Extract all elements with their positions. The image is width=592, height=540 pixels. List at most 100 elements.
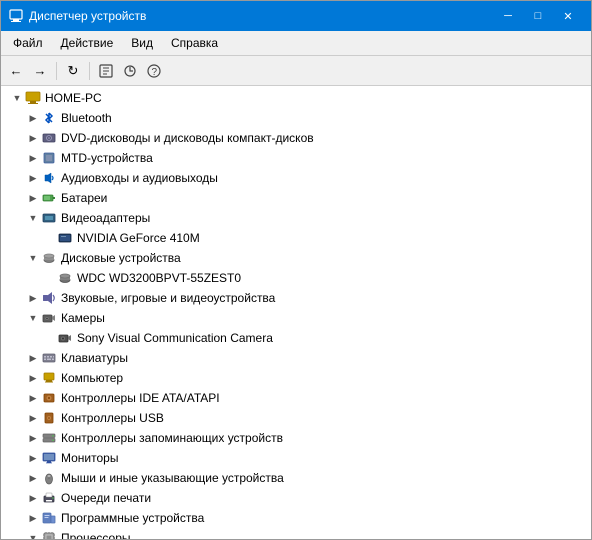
usb-item[interactable]: ▶ Контроллеры USB: [1, 408, 591, 428]
menu-item-справка[interactable]: Справка: [163, 33, 226, 53]
menu-item-файл[interactable]: Файл: [5, 33, 51, 53]
prop-button[interactable]: [95, 60, 117, 82]
svg-text:?: ?: [152, 67, 158, 78]
soft-item[interactable]: ▶ Программные устройства: [1, 508, 591, 528]
battery-icon: [41, 190, 57, 206]
bluetooth-item[interactable]: ▶ Bluetooth: [1, 108, 591, 128]
cameras-expand[interactable]: ▼: [25, 310, 41, 326]
storage-icon: [41, 430, 57, 446]
videoadapter-item[interactable]: ▼ Видеоадаптеры: [1, 208, 591, 228]
keyboards-label: Клавиатуры: [61, 351, 128, 365]
monitors-item[interactable]: ▶ Мониторы: [1, 448, 591, 468]
menu-bar: ФайлДействиеВидСправка: [1, 31, 591, 56]
soft-icon: [41, 510, 57, 526]
mtd-item[interactable]: ▶ MTD-устройства: [1, 148, 591, 168]
mice-label: Мыши и иные указывающие устройства: [61, 471, 284, 485]
videoadapter-expand[interactable]: ▼: [25, 210, 41, 226]
computer-item[interactable]: ▶ Компьютер: [1, 368, 591, 388]
help-button[interactable]: ?: [143, 60, 165, 82]
battery-item[interactable]: ▶ Батареи: [1, 188, 591, 208]
toolbar-separator2: [89, 62, 90, 80]
sound-label: Звуковые, игровые и видеоустройства: [61, 291, 275, 305]
refresh-button[interactable]: ↻: [62, 60, 84, 82]
sony-icon: [57, 330, 73, 346]
disk-icon: [41, 250, 57, 266]
window-title: Диспетчер устройств: [29, 9, 146, 23]
soft-label: Программные устройства: [61, 511, 204, 525]
wdc-label: WDC WD3200BPVT-55ZEST0: [77, 271, 241, 285]
monitors-expand[interactable]: ▶: [25, 450, 41, 466]
printqueue-expand[interactable]: ▶: [25, 490, 41, 506]
minimize-button[interactable]: ─: [493, 6, 523, 26]
battery-expand[interactable]: ▶: [25, 190, 41, 206]
ide-item[interactable]: ▶ Контроллеры IDE ATA/ATAPI: [1, 388, 591, 408]
videoadapter-label: Видеоадаптеры: [61, 211, 150, 225]
cameras-icon: [41, 310, 57, 326]
mice-icon: [41, 470, 57, 486]
update-button[interactable]: [119, 60, 141, 82]
printqueue-item[interactable]: ▶ Очереди печати: [1, 488, 591, 508]
dvd-item[interactable]: ▶ DVD-дисководы и дисководы компакт-диск…: [1, 128, 591, 148]
wdc-icon: [57, 270, 73, 286]
nvidia-item[interactable]: NVIDIA GeForce 410M: [1, 228, 591, 248]
monitors-icon: [41, 450, 57, 466]
wdc-item[interactable]: WDC WD3200BPVT-55ZEST0: [1, 268, 591, 288]
storage-expand[interactable]: ▶: [25, 430, 41, 446]
menu-item-вид[interactable]: Вид: [123, 33, 161, 53]
app-icon: [9, 9, 23, 23]
disk-item[interactable]: ▼ Дисковые устройства: [1, 248, 591, 268]
cameras-label: Камеры: [61, 311, 105, 325]
tree-root[interactable]: ▼ HOME-PC: [1, 88, 591, 108]
mice-expand[interactable]: ▶: [25, 470, 41, 486]
dvd-label: DVD-дисководы и дисководы компакт-дисков: [61, 131, 314, 145]
title-bar-controls: ─ □ ✕: [493, 6, 583, 26]
battery-label: Батареи: [61, 191, 107, 205]
usb-expand[interactable]: ▶: [25, 410, 41, 426]
mtd-icon: [41, 150, 57, 166]
root-expand[interactable]: ▼: [9, 90, 25, 106]
computer-label: Компьютер: [61, 371, 123, 385]
sound-item[interactable]: ▶ Звуковые, игровые и видеоустройства: [1, 288, 591, 308]
printqueue-label: Очереди печати: [61, 491, 151, 505]
printqueue-icon: [41, 490, 57, 506]
sony-label: Sony Visual Communication Camera: [77, 331, 273, 345]
usb-label: Контроллеры USB: [61, 411, 164, 425]
forward-button[interactable]: →: [29, 60, 51, 82]
bluetooth-expand[interactable]: ▶: [25, 110, 41, 126]
menu-item-действие[interactable]: Действие: [53, 33, 122, 53]
storage-item[interactable]: ▶ Контроллеры запоминающих устройств: [1, 428, 591, 448]
sound-expand[interactable]: ▶: [25, 290, 41, 306]
device-tree[interactable]: ▼ HOME-PC ▶ Bluetooth ▶: [1, 86, 591, 539]
keyboards-icon: [41, 350, 57, 366]
processors-item[interactable]: ▼: [1, 528, 591, 539]
back-button[interactable]: ←: [5, 60, 27, 82]
sony-item[interactable]: Sony Visual Communication Camera: [1, 328, 591, 348]
soft-expand[interactable]: ▶: [25, 510, 41, 526]
audio-item[interactable]: ▶ Аудиовходы и аудиовыходы: [1, 168, 591, 188]
root-label: HOME-PC: [45, 91, 102, 105]
ide-expand[interactable]: ▶: [25, 390, 41, 406]
computer-expand[interactable]: ▶: [25, 370, 41, 386]
processors-expand[interactable]: ▼: [25, 530, 41, 539]
audio-icon: [41, 170, 57, 186]
mtd-label: MTD-устройства: [61, 151, 153, 165]
ide-label: Контроллеры IDE ATA/ATAPI: [61, 391, 220, 405]
close-button[interactable]: ✕: [553, 6, 583, 26]
dvd-expand[interactable]: ▶: [25, 130, 41, 146]
title-bar-left: Диспетчер устройств: [9, 9, 146, 23]
usb-icon: [41, 410, 57, 426]
storage-label: Контроллеры запоминающих устройств: [61, 431, 283, 445]
videoadapter-icon: [41, 210, 57, 226]
processors-label: Процессоры: [61, 531, 131, 539]
processors-icon: [41, 530, 57, 539]
keyboards-item[interactable]: ▶ Клавиатуры: [1, 348, 591, 368]
cameras-item[interactable]: ▼ Камеры: [1, 308, 591, 328]
mice-item[interactable]: ▶ Мыши и иные указывающие устройства: [1, 468, 591, 488]
disk-label: Дисковые устройства: [61, 251, 181, 265]
audio-expand[interactable]: ▶: [25, 170, 41, 186]
maximize-button[interactable]: □: [523, 6, 553, 26]
keyboards-expand[interactable]: ▶: [25, 350, 41, 366]
computer-icon2: [41, 370, 57, 386]
disk-expand[interactable]: ▼: [25, 250, 41, 266]
mtd-expand[interactable]: ▶: [25, 150, 41, 166]
